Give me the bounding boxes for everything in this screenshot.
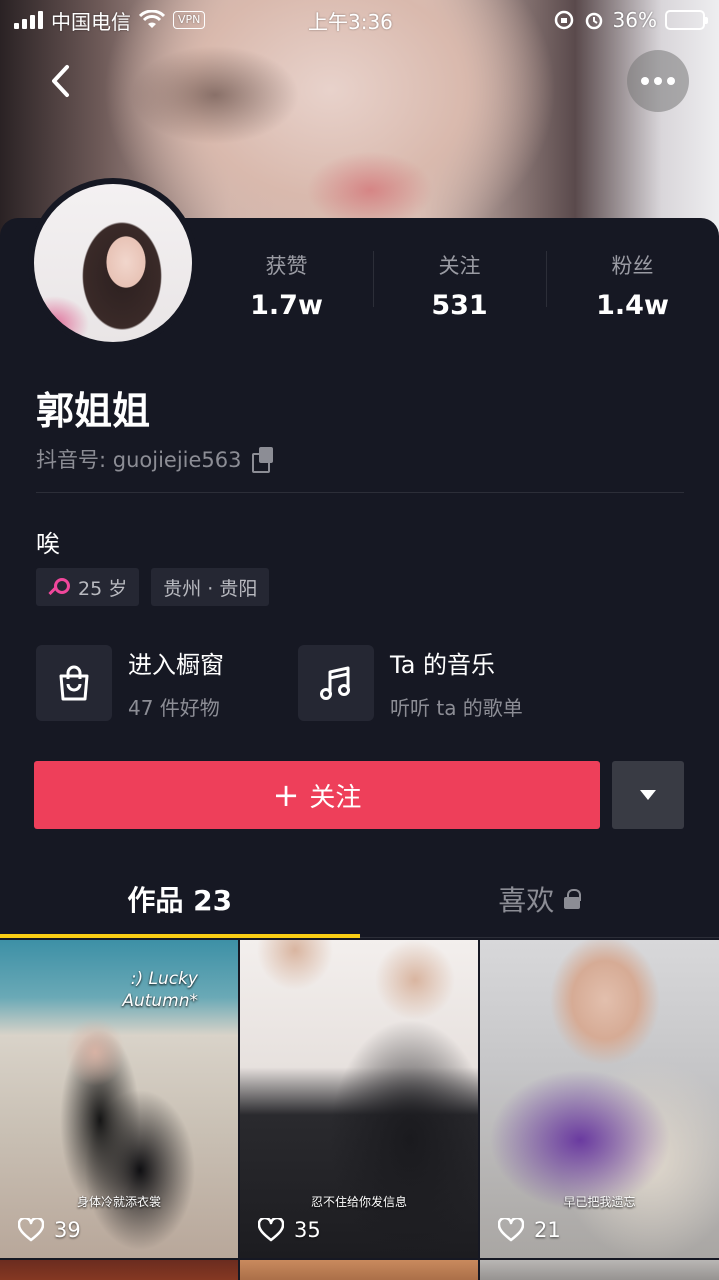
status-time: 上午3:36 xyxy=(308,9,393,34)
music-entry[interactable]: Ta 的音乐 听听 ta 的歌单 xyxy=(298,645,560,721)
location-tag: 贵州 · 贵阳 xyxy=(151,568,270,606)
douyin-id: 抖音号: guojiejie563 xyxy=(36,444,276,474)
douyin-id-text: 抖音号: guojiejie563 xyxy=(36,448,242,472)
shortcut-subtitle: 47 件好物 xyxy=(128,696,220,720)
avatar[interactable] xyxy=(28,178,198,348)
shopping-bag-icon xyxy=(36,645,112,721)
shortcut-title: Ta 的音乐 xyxy=(390,651,496,679)
tab-label: 作品 23 xyxy=(127,883,233,917)
nickname: 郭姐姐 xyxy=(36,389,151,433)
video-likes: 21 xyxy=(498,1218,561,1242)
battery-percent: 36% xyxy=(612,8,657,32)
video-thumbnail[interactable]: 忍不住给你发信息 35 xyxy=(240,940,478,1258)
content-tabs: 作品 23 喜欢 xyxy=(0,860,719,938)
stats-row: 获赞 1.7w 关注 531 粉丝 1.4w xyxy=(200,245,719,325)
profile-tags: 25 岁 贵州 · 贵阳 xyxy=(36,568,270,606)
stat-likes[interactable]: 获赞 1.7w xyxy=(200,245,373,325)
follow-label: 关注 xyxy=(309,782,362,813)
signal-icon xyxy=(14,11,43,29)
divider xyxy=(36,492,684,493)
caret-down-icon xyxy=(640,790,656,800)
chevron-left-icon xyxy=(52,65,69,97)
shortcut-subtitle: 听听 ta 的歌单 xyxy=(390,696,523,720)
back-button[interactable] xyxy=(34,55,86,107)
video-thumbnail[interactable] xyxy=(0,1260,238,1280)
shortcuts: 进入橱窗 47 件好物 Ta 的音乐 听听 ta 的歌单 xyxy=(36,645,560,721)
stat-value: 531 xyxy=(431,289,488,321)
shop-window-entry[interactable]: 进入橱窗 47 件好物 xyxy=(36,645,298,721)
video-grid: :) Lucky Autumn* 身体冷就添衣裳 39 忍不住给你发信息 35 … xyxy=(0,940,719,1280)
recommend-dropdown-button[interactable] xyxy=(612,761,684,829)
stat-followers[interactable]: 粉丝 1.4w xyxy=(546,245,719,325)
stat-label: 获赞 xyxy=(265,253,308,278)
tab-likes[interactable]: 喜欢 xyxy=(360,860,719,937)
more-button[interactable] xyxy=(627,50,689,112)
video-caption: 身体冷就添衣裳 xyxy=(76,1195,161,1209)
heart-icon xyxy=(18,1218,44,1242)
age-tag: 25 岁 xyxy=(36,568,140,606)
bio: 唉 xyxy=(36,530,60,558)
follow-button[interactable]: + 关注 xyxy=(34,761,600,829)
heart-icon xyxy=(258,1218,284,1242)
tab-works[interactable]: 作品 23 xyxy=(0,860,360,938)
stat-value: 1.7w xyxy=(250,289,323,321)
profile-page: 中国电信 VPN 上午3:36 36% 获赞 1.7w 关注 531 粉丝 1.… xyxy=(0,0,719,1280)
video-thumbnail[interactable] xyxy=(480,1260,719,1280)
wifi-icon xyxy=(139,10,165,28)
female-icon xyxy=(48,577,70,597)
shortcut-title: 进入橱窗 xyxy=(128,651,224,679)
carrier-label: 中国电信 xyxy=(51,9,131,34)
video-likes: 35 xyxy=(258,1218,321,1242)
stat-following[interactable]: 关注 531 xyxy=(373,245,546,325)
status-bar: 中国电信 VPN 上午3:36 36% xyxy=(0,0,719,40)
stat-value: 1.4w xyxy=(596,289,669,321)
video-thumbnail[interactable]: :) Lucky Autumn* 身体冷就添衣裳 39 xyxy=(0,940,238,1258)
stat-label: 关注 xyxy=(438,253,481,278)
like-count: 35 xyxy=(294,1218,321,1242)
like-count: 21 xyxy=(534,1218,561,1242)
music-note-icon xyxy=(298,645,374,721)
more-horizontal-icon xyxy=(641,77,649,85)
video-caption: 忍不住给你发信息 xyxy=(310,1195,407,1209)
location-text: 贵州 · 贵阳 xyxy=(163,577,258,600)
alarm-icon xyxy=(585,12,602,30)
tab-label: 喜欢 xyxy=(498,883,555,917)
heart-icon xyxy=(498,1218,524,1242)
lock-icon xyxy=(564,888,582,909)
stat-label: 粉丝 xyxy=(611,253,654,278)
age-text: 25 岁 xyxy=(78,577,128,600)
video-likes: 39 xyxy=(18,1218,81,1242)
battery-icon xyxy=(665,10,708,30)
video-thumbnail[interactable]: 早已把我遗忘 21 xyxy=(480,940,719,1258)
vpn-badge: VPN xyxy=(173,11,206,29)
rotation-lock-icon xyxy=(554,10,573,30)
like-count: 39 xyxy=(54,1218,81,1242)
copy-icon[interactable] xyxy=(251,447,276,473)
video-overlay-title: :) Lucky Autumn* xyxy=(122,969,198,1011)
video-caption: 早已把我遗忘 xyxy=(563,1195,636,1209)
plus-icon: + xyxy=(272,776,300,814)
video-thumbnail[interactable] xyxy=(240,1260,478,1280)
